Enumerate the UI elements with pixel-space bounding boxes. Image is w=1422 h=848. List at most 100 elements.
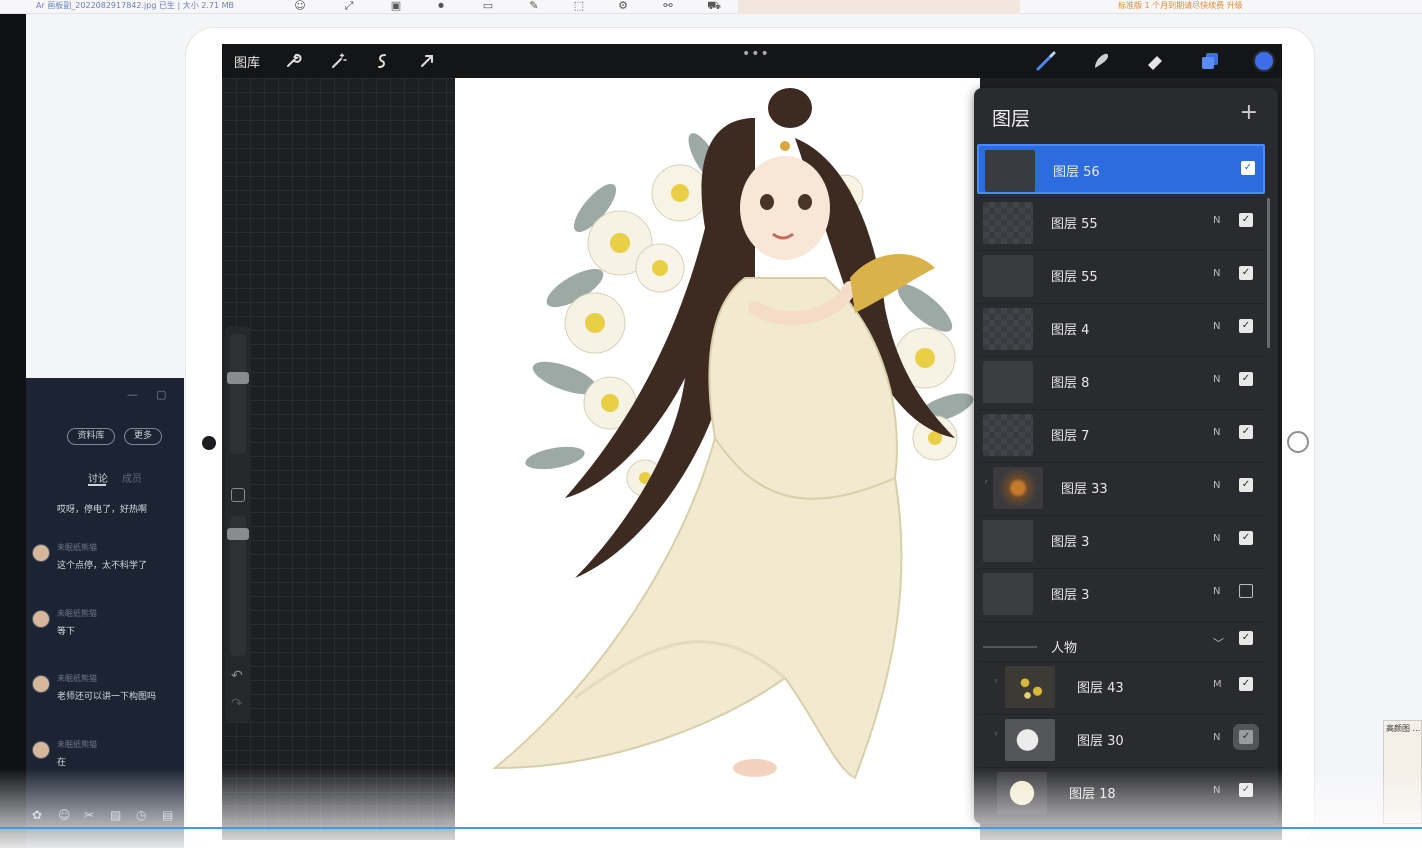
layer-row[interactable]: ʳ 图层 30 N ✓	[977, 714, 1265, 764]
share-icon[interactable]: ⚯	[660, 0, 676, 12]
layer-thumbnail[interactable]	[983, 361, 1033, 403]
layer-row[interactable]: 图层 55 N ✓	[977, 197, 1265, 247]
selection-icon[interactable]	[373, 52, 391, 70]
blend-mode-button[interactable]: N	[1213, 785, 1220, 796]
layer-visibility-checkbox[interactable]: ✓	[1239, 425, 1253, 439]
brush-size-slider[interactable]	[230, 334, 246, 454]
fullscreen-icon[interactable]: ⤢	[341, 0, 357, 12]
layer-visibility-checkbox[interactable]: ✓	[1239, 531, 1253, 545]
minimize-button[interactable]: —	[127, 388, 138, 401]
layer-row[interactable]: 图层 18 N ✓	[977, 767, 1265, 817]
layers-scrollbar[interactable]	[1267, 198, 1270, 348]
blend-mode-button[interactable]: N	[1213, 533, 1220, 544]
color-picker-swatch[interactable]	[1253, 50, 1275, 72]
layer-row[interactable]: 图层 8 N ✓	[977, 356, 1265, 406]
flower-icon[interactable]: ✿	[32, 808, 42, 822]
image-icon[interactable]: ▨	[110, 808, 121, 822]
avatar[interactable]	[32, 610, 50, 628]
layer-group-row[interactable]: 人物 ﹀ ✓	[977, 621, 1265, 657]
add-layer-button[interactable]: +	[1240, 102, 1258, 124]
layer-visibility-checkbox[interactable]: ✓	[1239, 478, 1253, 492]
blend-mode-button[interactable]: N	[1213, 427, 1220, 438]
playback-progress-line[interactable]	[0, 827, 1422, 829]
layer-thumbnail[interactable]	[1005, 719, 1055, 761]
screen-share-icon[interactable]: ▭	[480, 0, 496, 12]
blend-mode-button[interactable]: N	[1213, 321, 1220, 332]
brush-size-thumb[interactable]	[227, 372, 249, 384]
clock-icon[interactable]: ◷	[136, 808, 146, 822]
cart-icon[interactable]: ⛟	[706, 0, 722, 12]
settings-icon[interactable]: ⚙	[615, 0, 631, 12]
layer-thumbnail[interactable]	[983, 520, 1033, 562]
layers-icon[interactable]	[1199, 50, 1221, 72]
layer-thumbnail[interactable]	[983, 414, 1033, 456]
layer-visibility-checkbox[interactable]: ✓	[1239, 213, 1253, 227]
license-notice-link[interactable]: 标准版 1 个月到期请尽快续费 升级	[1118, 0, 1243, 11]
gallery-button[interactable]: 图库	[234, 52, 260, 71]
layer-visibility-checkbox[interactable]: ✓	[1239, 730, 1253, 744]
layer-thumbnail[interactable]	[983, 255, 1033, 297]
magic-wand-icon[interactable]	[329, 52, 347, 70]
avatar[interactable]	[32, 544, 50, 562]
modify-button[interactable]	[231, 488, 245, 502]
layer-row[interactable]: 图层 56 ✓	[977, 144, 1265, 194]
library-button[interactable]: 资料库	[67, 428, 115, 445]
blend-mode-button[interactable]: N	[1213, 215, 1220, 226]
maximize-button[interactable]: ▢	[156, 388, 166, 401]
layer-row[interactable]: 图层 7 N ✓	[977, 409, 1265, 459]
layer-visibility-checkbox[interactable]: ✓	[1239, 677, 1253, 691]
record-icon[interactable]: ⏺	[433, 0, 449, 12]
blend-mode-button[interactable]: N	[1213, 374, 1220, 385]
capture-icon[interactable]: ▣	[388, 0, 404, 12]
blend-mode-button[interactable]: N	[1213, 480, 1220, 491]
layer-thumbnail[interactable]	[983, 308, 1033, 350]
eraser-icon[interactable]	[1144, 50, 1166, 72]
layer-visibility-checkbox[interactable]: ✓	[1239, 319, 1253, 333]
chevron-down-icon[interactable]: ﹀	[1213, 635, 1224, 651]
blend-mode-button[interactable]: M	[1213, 679, 1222, 690]
brush-opacity-thumb[interactable]	[227, 528, 249, 540]
layer-thumbnail[interactable]	[997, 772, 1047, 814]
layer-visibility-checkbox[interactable]	[1239, 584, 1253, 598]
layer-thumbnail[interactable]	[983, 202, 1033, 244]
redo-icon[interactable]: ↷	[231, 696, 243, 712]
pen-icon[interactable]: ✎	[526, 0, 542, 12]
layer-visibility-checkbox[interactable]: ✓	[1239, 266, 1253, 280]
undo-icon[interactable]: ↶	[231, 668, 243, 684]
emoji-icon[interactable]: ☺	[58, 808, 71, 822]
wrench-icon[interactable]	[284, 52, 302, 70]
blend-mode-button[interactable]: N	[1213, 586, 1220, 597]
transform-arrow-icon[interactable]	[418, 52, 436, 70]
gallery-icon[interactable]: ▤	[162, 808, 173, 822]
tab-discussion[interactable]: 讨论	[88, 470, 108, 485]
cat-icon[interactable]: ☺	[292, 0, 308, 12]
layer-row[interactable]: ʳ 图层 43 M ✓	[977, 661, 1265, 711]
smudge-icon[interactable]	[1090, 50, 1112, 72]
brush-icon[interactable]	[1035, 50, 1057, 72]
drawing-canvas[interactable]	[455, 78, 980, 840]
layer-visibility-checkbox[interactable]: ✓	[1239, 372, 1253, 386]
more-options-dots[interactable]: •••	[742, 46, 770, 62]
blend-mode-button[interactable]: N	[1213, 268, 1220, 279]
avatar[interactable]	[32, 741, 50, 759]
home-button[interactable]	[1287, 431, 1309, 453]
layer-thumbnail[interactable]	[985, 150, 1035, 192]
more-button[interactable]: 更多	[124, 428, 162, 445]
blend-mode-button[interactable]: N	[1213, 732, 1220, 743]
layer-thumbnail[interactable]	[993, 467, 1043, 509]
layer-visibility-checkbox[interactable]: ✓	[1241, 161, 1255, 175]
layer-row[interactable]: ʳ 图层 33 N ✓	[977, 462, 1265, 512]
scissors-icon[interactable]: ✂	[84, 808, 94, 822]
group-visibility-checkbox[interactable]: ✓	[1239, 631, 1253, 645]
layer-row[interactable]: 图层 55 N ✓	[977, 250, 1265, 300]
layer-row[interactable]: 图层 3 N	[977, 568, 1265, 618]
layer-visibility-checkbox[interactable]: ✓	[1239, 783, 1253, 797]
avatar[interactable]	[32, 675, 50, 693]
crop-icon[interactable]: ⬚	[571, 0, 587, 12]
layer-thumbnail[interactable]	[983, 573, 1033, 615]
layer-row[interactable]: 图层 3 N ✓	[977, 515, 1265, 565]
layer-row[interactable]: 图层 4 N ✓	[977, 303, 1265, 353]
layer-thumbnail[interactable]	[1005, 666, 1055, 708]
picture-in-picture-preview[interactable]: 高颜图 ...	[1383, 720, 1422, 824]
tab-members[interactable]: 成员	[122, 470, 142, 485]
